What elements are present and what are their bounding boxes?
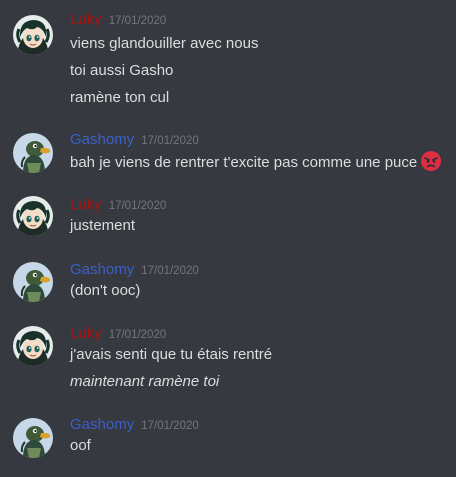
timestamp: 17/01/2020 — [141, 265, 199, 277]
message-text: j'avais senti que tu étais rentré — [70, 346, 273, 363]
chat-messages: Luky 17/01/2020 viens glandouiller avec n… — [0, 0, 456, 477]
message-text: oof — [70, 437, 91, 454]
message-header: Gashomy 17/01/2020 — [70, 130, 199, 150]
gashomy-avatar[interactable] — [13, 262, 53, 302]
username[interactable]: Luky — [70, 11, 102, 28]
message-text: justement — [70, 217, 136, 234]
message-text: (don't ooc) — [70, 282, 141, 299]
username[interactable]: Gashomy — [70, 416, 134, 433]
timestamp: 17/01/2020 — [141, 135, 199, 147]
message-text: viens glandouiller avec nous — [70, 35, 259, 52]
message-text: toi aussi Gasho — [70, 62, 174, 79]
message-text: maintenant ramène toi — [70, 372, 219, 392]
username[interactable]: Luky — [70, 196, 102, 213]
timestamp: 17/01/2020 — [141, 420, 199, 432]
luky-avatar[interactable] — [13, 326, 53, 366]
luky-avatar[interactable] — [13, 15, 53, 55]
timestamp: 17/01/2020 — [108, 329, 167, 341]
gashomy-avatar[interactable] — [13, 418, 53, 458]
message-header: Gashomy 17/01/2020 — [70, 260, 199, 280]
gashomy-avatar[interactable] — [13, 133, 53, 173]
username[interactable]: Gashomy — [70, 261, 134, 278]
username[interactable]: Gashomy — [70, 131, 134, 148]
angry-face-emoji — [420, 150, 442, 172]
message-text-italic: maintenant ramène toi — [70, 373, 220, 390]
message-header: Luky 17/01/2020 — [70, 10, 166, 30]
timestamp: 17/01/2020 — [108, 200, 167, 212]
message-header: Gashomy 17/01/2020 — [70, 415, 199, 435]
message-text: bah je viens de rentrer t'excite pas com… — [70, 150, 442, 173]
message-text-content: bah je viens de rentrer t'excite pas com… — [70, 154, 418, 171]
message-text: ramène ton cul — [70, 89, 170, 106]
message-header: Luky 17/01/2020 — [70, 195, 166, 215]
message-header: Luky 17/01/2020 — [70, 324, 166, 344]
luky-avatar[interactable] — [13, 196, 53, 236]
username[interactable]: Luky — [70, 325, 102, 342]
timestamp: 17/01/2020 — [108, 15, 167, 27]
